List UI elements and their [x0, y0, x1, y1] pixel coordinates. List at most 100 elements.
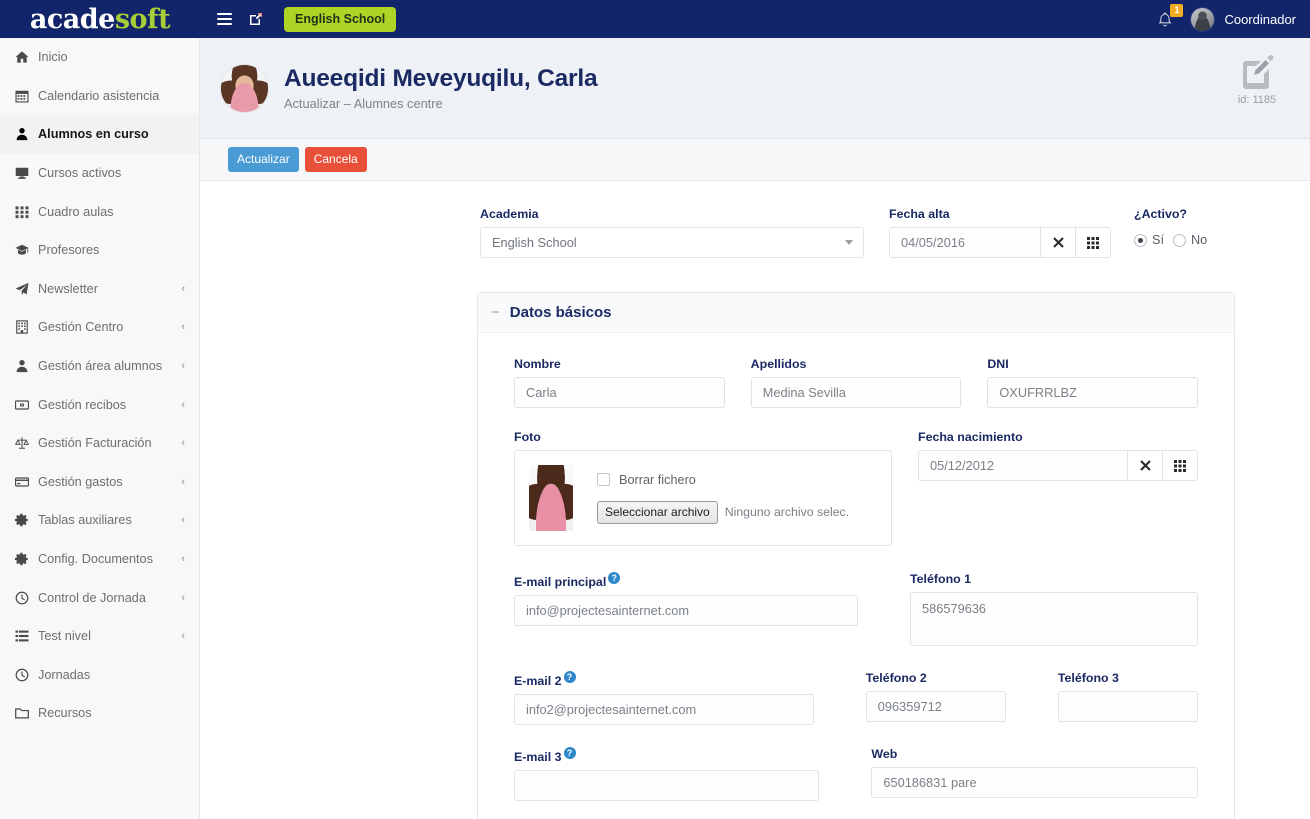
dni-input[interactable]	[987, 377, 1199, 408]
fecha-nacimiento-input[interactable]	[918, 450, 1128, 481]
sidebar-item-gesti-n-rea-alumnos[interactable]: Gestión área alumnos ‹	[0, 347, 199, 386]
chevron-left-icon: ‹	[181, 321, 185, 334]
sidebar-item-label: Gestión Facturación	[38, 436, 152, 451]
radio-activo-si[interactable]: Sí	[1134, 233, 1164, 247]
gear-icon	[15, 552, 35, 566]
chevron-left-icon: ‹	[181, 398, 185, 411]
email-principal-input[interactable]	[514, 595, 858, 627]
clear-x-icon[interactable]	[1128, 450, 1163, 481]
telefono2-input[interactable]	[865, 691, 1006, 722]
telefono1-textarea[interactable]: 586579636	[910, 592, 1198, 646]
app-logo[interactable]: acade soft	[0, 0, 200, 38]
datos-basicos-panel: − Datos básicos Nombre Apellidos DNI	[477, 292, 1235, 819]
activo-label: ¿Activo?	[1134, 207, 1188, 221]
radio-icon-si	[1134, 233, 1147, 247]
field-email-principal: E-mail principal?	[514, 572, 858, 649]
sidebar-item-calendario-asistencia[interactable]: Calendario asistencia	[0, 77, 199, 116]
user-menu[interactable]: Coordinador	[1190, 6, 1296, 32]
edit-pencil-icon[interactable]	[1224, 52, 1290, 90]
email-principal-text: E-mail principal	[514, 575, 607, 590]
email2-text: E-mail 2	[514, 674, 562, 689]
apellidos-input[interactable]	[750, 377, 962, 408]
calendar-icon	[15, 89, 35, 103]
user-icon	[15, 127, 35, 141]
borrar-fichero-label: Borrar fichero	[619, 472, 696, 487]
seleccionar-archivo-button[interactable]: Seleccionar archivo	[597, 500, 718, 524]
field-dni: DNI	[987, 357, 1199, 408]
sidebar-item-label: Alumnos en curso	[38, 127, 149, 142]
sidebar-item-profesores[interactable]: Profesores	[0, 231, 199, 270]
sidebar-item-alumnos-en-curso[interactable]: Alumnos en curso	[0, 115, 199, 154]
sidebar-item-control-de-jornada[interactable]: Control de Jornada ‹	[0, 578, 199, 617]
notifications-button[interactable]: 1	[1156, 4, 1184, 30]
sidebar-item-label: Recursos	[38, 706, 92, 721]
telefono2-label: Teléfono 2	[865, 671, 927, 685]
telefono3-input[interactable]	[1057, 691, 1199, 722]
field-nombre: Nombre	[514, 357, 725, 408]
help-icon[interactable]: ?	[608, 572, 621, 584]
sidebar-item-config-documentos[interactable]: Config. Documentos ‹	[0, 540, 199, 579]
sidebar-item-label: Profesores	[38, 243, 100, 258]
clear-x-icon[interactable]	[1041, 227, 1076, 258]
panel-body: Nombre Apellidos DNI Foto	[478, 333, 1234, 819]
academia-select[interactable]: English School	[480, 227, 864, 258]
sidebar-item-test-nivel[interactable]: Test nivel ‹	[0, 617, 199, 656]
field-telefono3: Teléfono 3	[1057, 671, 1199, 725]
sidebar-item-cuadro-aulas[interactable]: Cuadro aulas	[0, 192, 199, 231]
sidebar-item-gesti-n-facturaci-n[interactable]: Gestión Facturación ‹	[0, 424, 199, 463]
field-email2: E-mail 2?	[514, 671, 814, 726]
sidebar-item-gesti-n-centro[interactable]: Gestión Centro ‹	[0, 308, 199, 347]
calendar-grid-icon[interactable]	[1163, 450, 1198, 481]
foto-thumbnail	[529, 465, 573, 531]
sidebar-item-tablas-auxiliares[interactable]: Tablas auxiliares ‹	[0, 501, 199, 540]
file-status-label: Ninguno archivo selec.	[724, 505, 850, 519]
credit-card-icon	[15, 475, 35, 489]
nombre-label: Nombre	[514, 357, 561, 371]
school-selector-badge[interactable]: English School	[284, 6, 397, 32]
external-link-icon[interactable]	[248, 11, 264, 27]
sidebar-item-recursos[interactable]: Recursos	[0, 694, 199, 733]
page-subtitle: Actualizar – Alumnes centre	[284, 96, 443, 111]
foto-box: Borrar fichero Seleccionar archivo Ningu…	[514, 450, 892, 546]
email2-input[interactable]	[514, 694, 814, 726]
help-icon[interactable]: ?	[563, 747, 576, 760]
chevron-left-icon: ‹	[181, 591, 185, 604]
telefono3-label: Teléfono 3	[1057, 671, 1119, 685]
sidebar-item-gesti-n-recibos[interactable]: Gestión recibos ‹	[0, 385, 199, 424]
field-academia: Academia English School	[480, 207, 864, 258]
update-button[interactable]: Actualizar	[228, 147, 299, 172]
radio-activo-no[interactable]: No	[1173, 233, 1207, 247]
sidebar-item-label: Cuadro aulas	[38, 204, 114, 219]
academia-label: Academia	[480, 207, 539, 221]
money-icon	[15, 398, 35, 412]
sidebar-item-inicio[interactable]: Inicio	[0, 38, 199, 77]
field-apellidos: Apellidos	[750, 357, 962, 408]
sidebar-item-gesti-n-gastos[interactable]: Gestión gastos ‹	[0, 463, 199, 502]
sidebar-item-newsletter[interactable]: Newsletter ‹	[0, 270, 199, 309]
minus-collapse-icon[interactable]: −	[491, 305, 500, 320]
sidebar-item-label: Cursos activos	[38, 166, 122, 181]
email3-input[interactable]	[514, 770, 820, 802]
sidebar-item-label: Newsletter	[38, 281, 98, 296]
fecha-alta-input[interactable]	[889, 227, 1041, 258]
cancel-button[interactable]: Cancela	[304, 147, 367, 172]
field-telefono1: Teléfono 1 586579636	[910, 572, 1198, 649]
web-input[interactable]	[871, 767, 1198, 799]
user-icon	[15, 359, 35, 373]
nombre-input[interactable]	[514, 377, 725, 408]
sidebar-item-cursos-activos[interactable]: Cursos activos	[0, 154, 199, 193]
calendar-grid-icon[interactable]	[1076, 227, 1111, 258]
file-upload-row: Seleccionar archivo Ninguno archivo sele…	[597, 500, 850, 524]
folder-icon	[15, 706, 35, 720]
borrar-fichero-checkbox[interactable]: Borrar fichero	[597, 473, 849, 487]
record-id-label: id: 1185	[1237, 94, 1277, 106]
sidebar-item-jornadas[interactable]: Jornadas	[0, 656, 199, 695]
help-icon[interactable]: ?	[563, 671, 576, 683]
chevron-left-icon: ‹	[181, 630, 185, 643]
panel-header[interactable]: − Datos básicos	[478, 293, 1234, 333]
monitor-icon	[15, 166, 35, 180]
chevron-left-icon: ‹	[181, 553, 185, 566]
foto-label: Foto	[514, 430, 541, 444]
hamburger-menu-icon[interactable]	[217, 13, 232, 25]
sidebar-item-label: Gestión gastos	[38, 474, 123, 489]
